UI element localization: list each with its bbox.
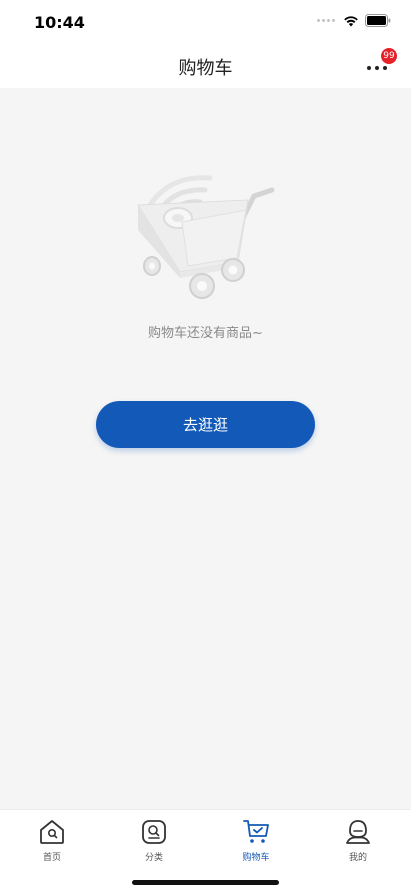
user-icon (346, 820, 370, 844)
wifi-icon (344, 15, 358, 26)
more-icon (367, 66, 387, 70)
notification-badge: 99 (381, 48, 397, 64)
cart-icon (243, 820, 269, 843)
page-title: 购物车 (178, 58, 233, 79)
tab-cart-label: 购物车 (242, 853, 270, 863)
header: 购物车 99 (0, 44, 411, 88)
tab-category[interactable]: 分类 (103, 818, 205, 868)
home-icon (40, 820, 64, 844)
tab-category-label: 分类 (144, 853, 163, 863)
signal-icon (317, 19, 335, 22)
empty-cart-illustration (137, 175, 275, 299)
battery-icon (365, 14, 391, 27)
category-search-icon (142, 820, 166, 844)
tab-home[interactable]: 首页 (1, 818, 103, 868)
tab-profile[interactable]: 我的 (307, 818, 409, 868)
home-indicator (132, 880, 279, 885)
tab-profile-label: 我的 (348, 853, 367, 863)
status-bar: 10:44 (0, 0, 411, 44)
more-button[interactable]: 99 (361, 48, 397, 82)
go-shopping-button[interactable]: 去逛逛 (96, 401, 315, 448)
empty-cart-message: 购物车还没有商品~ (148, 326, 263, 341)
status-icons (317, 14, 391, 27)
tab-cart[interactable]: 购物车 (205, 818, 307, 868)
status-time: 10:44 (34, 13, 85, 32)
tab-home-label: 首页 (42, 853, 61, 863)
